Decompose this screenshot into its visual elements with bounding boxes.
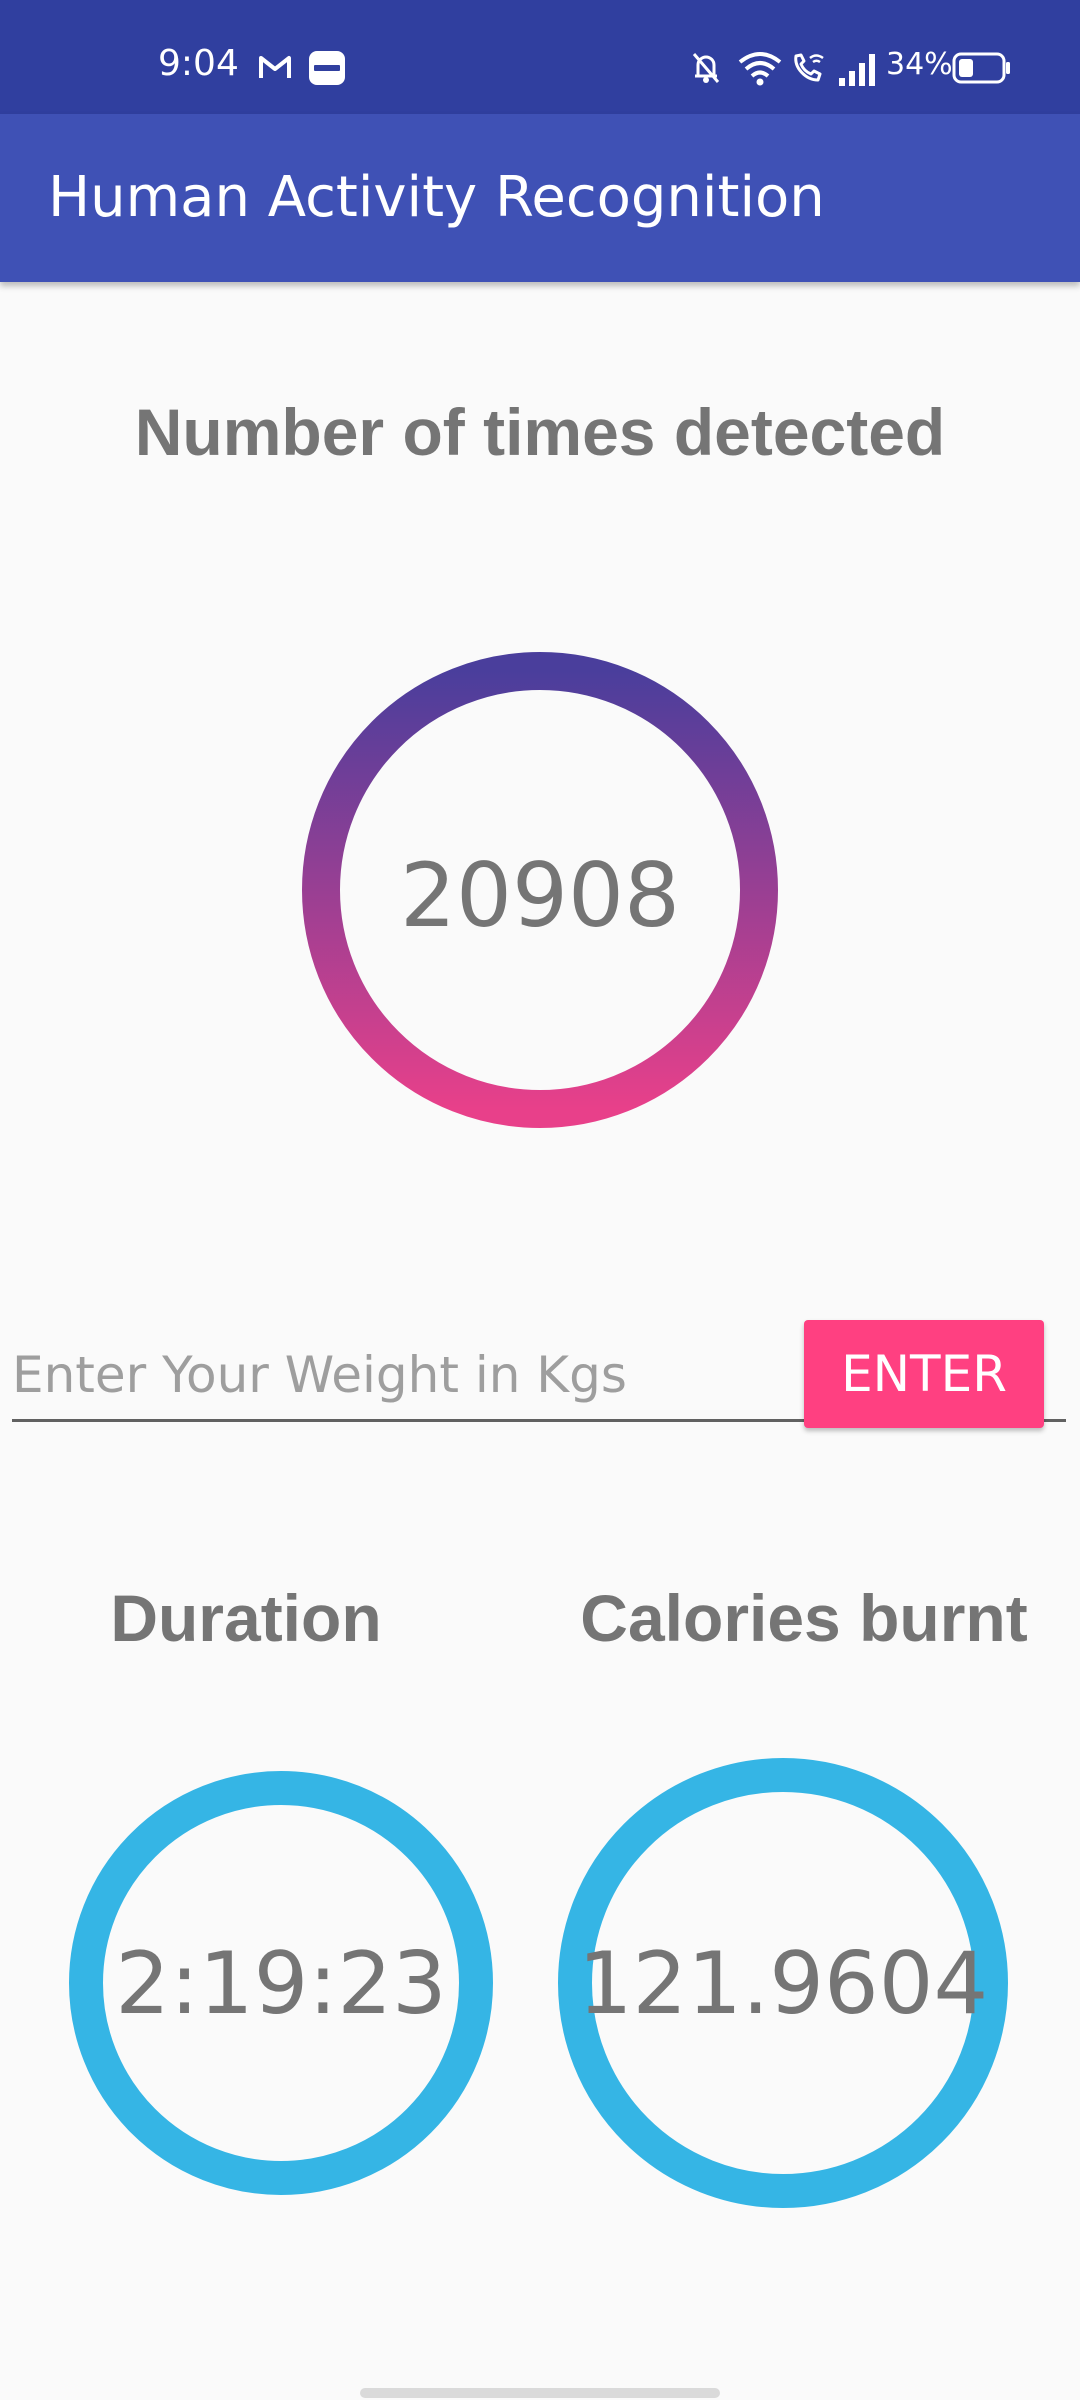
gesture-handle[interactable] <box>360 2388 720 2398</box>
paytm-icon <box>308 50 346 91</box>
mute-icon <box>690 50 722 91</box>
status-time: 9:04 <box>158 43 239 84</box>
detection-count: 20908 <box>400 844 680 947</box>
calories-heading: Calories burnt <box>580 1581 1028 1655</box>
duration-value: 2:19:23 <box>115 1934 447 2034</box>
calories-value: 121.9604 <box>577 1934 989 2034</box>
duration-heading: Duration <box>110 1581 382 1655</box>
app-title: Human Activity Recognition <box>48 165 825 230</box>
enter-button[interactable]: ENTER <box>804 1320 1044 1428</box>
status-bar: 9:04 34% <box>0 0 1080 114</box>
wifi-icon <box>738 50 782 91</box>
detection-heading: Number of times detected <box>134 395 946 469</box>
app-bar: Human Activity Recognition <box>0 114 1080 282</box>
battery-percent: 34% <box>886 47 953 82</box>
wifi-call-icon <box>790 50 826 91</box>
battery-icon <box>952 52 1012 89</box>
gmail-icon <box>258 54 292 85</box>
signal-icon <box>838 52 876 91</box>
